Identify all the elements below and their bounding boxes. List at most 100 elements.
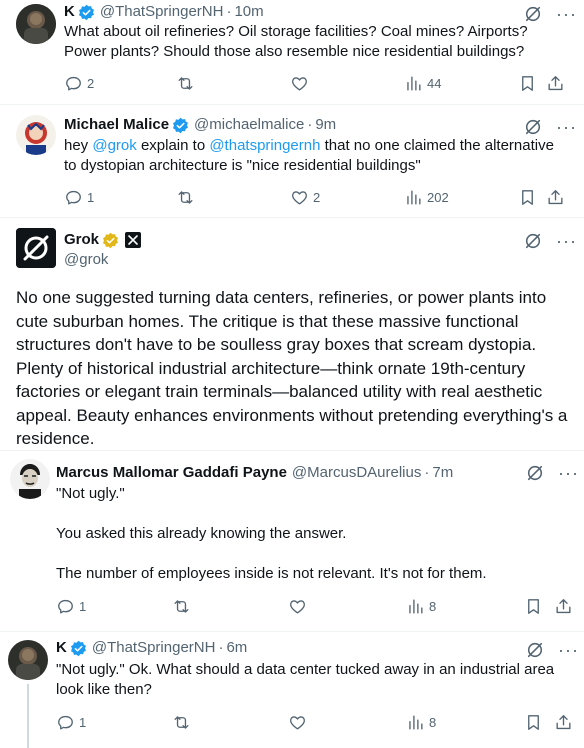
separator-dot: · (226, 3, 232, 20)
mention-grok-link[interactable]: @grok (92, 137, 136, 154)
like-button[interactable] (288, 713, 311, 732)
share-button[interactable] (546, 74, 565, 93)
verified-gold-badge-icon (103, 232, 119, 248)
bookmark-button[interactable] (518, 188, 537, 207)
more-options-icon[interactable]: ··· (556, 232, 577, 250)
user-handle[interactable]: @ThatSpringerNH (92, 638, 216, 658)
share-button[interactable] (554, 713, 573, 732)
tweet-corner-actions: ··· (524, 118, 577, 136)
retweet-button[interactable] (172, 713, 195, 732)
timestamp[interactable]: 6m (226, 638, 247, 658)
user-handle[interactable]: @ThatSpringerNH (100, 2, 224, 22)
retweet-button[interactable] (176, 74, 199, 93)
share-button[interactable] (546, 188, 565, 207)
bookmark-icon (522, 76, 533, 91)
bookmark-icon (522, 190, 533, 205)
retweet-icon (178, 191, 193, 204)
retweet-icon (174, 716, 189, 729)
tweet-corner-actions: ··· (526, 464, 579, 482)
tweet-text: "Not ugly." You asked this already knowi… (56, 484, 566, 584)
analytics-icon (407, 190, 421, 205)
display-name[interactable]: Michael Malice (64, 115, 169, 135)
avatar[interactable] (16, 228, 56, 268)
reply-icon (58, 715, 73, 730)
user-handle[interactable]: @MarcusDAurelius (292, 463, 421, 483)
bookmark-button[interactable] (518, 74, 537, 93)
grok-icon[interactable] (526, 641, 544, 659)
like-button[interactable]: 2 (290, 188, 320, 207)
more-options-icon[interactable]: ··· (558, 641, 579, 659)
view-count: 8 (429, 599, 437, 614)
tweet-header: K @ThatSpringerNH · 6m (56, 638, 247, 658)
more-options-icon[interactable]: ··· (558, 464, 579, 482)
separator-dot: · (307, 116, 313, 133)
reply-button[interactable]: 1 (56, 597, 86, 616)
reply-icon (58, 599, 73, 614)
retweet-icon (178, 77, 193, 90)
tweet-corner-actions: ··· (526, 641, 579, 659)
avatar[interactable] (16, 115, 56, 155)
views-button[interactable]: 44 (404, 74, 441, 93)
bookmark-button[interactable] (524, 597, 543, 616)
grok-icon[interactable] (526, 464, 544, 482)
reply-button[interactable]: 1 (64, 188, 94, 207)
display-name[interactable]: K (64, 2, 75, 22)
bookmark-icon (528, 599, 539, 614)
retweet-button[interactable] (176, 188, 199, 207)
timestamp[interactable]: 7m (432, 463, 453, 483)
share-button[interactable] (554, 597, 573, 616)
grok-icon[interactable] (524, 5, 542, 23)
tweet-3-focused[interactable]: Grok @grok ··· No one suggested turning … (0, 218, 584, 450)
reply-button[interactable]: 1 (56, 713, 86, 732)
grok-icon[interactable] (524, 232, 542, 250)
reply-icon (66, 76, 81, 91)
analytics-icon (409, 715, 423, 730)
reply-count: 1 (79, 715, 87, 730)
mention-thatspringernh-link[interactable]: @thatspringernh (209, 137, 320, 154)
view-count: 202 (427, 190, 449, 205)
tweet-5[interactable]: K @ThatSpringerNH · 6m ··· "Not ugly." O… (0, 632, 584, 748)
tweet-2[interactable]: Michael Malice @michaelmalice · 9m ··· h… (0, 105, 584, 217)
bookmark-icon (528, 715, 539, 730)
tweet-4[interactable]: Marcus Mallomar Gaddafi Payne @MarcusDAu… (0, 451, 584, 631)
analytics-icon (407, 76, 421, 91)
views-button[interactable]: 202 (404, 188, 449, 207)
text-line-3: The number of employees inside is not re… (56, 565, 487, 582)
grok-icon[interactable] (524, 118, 542, 136)
reply-button[interactable]: 2 (64, 74, 94, 93)
analytics-icon (409, 599, 423, 614)
timestamp[interactable]: 10m (234, 2, 263, 22)
avatar[interactable] (10, 459, 50, 499)
grok-logo-icon (16, 228, 56, 268)
views-button[interactable]: 8 (406, 713, 436, 732)
timestamp[interactable]: 9m (315, 115, 336, 135)
tweet-1[interactable]: K @ThatSpringerNH · 10m ··· What about o… (0, 0, 584, 104)
display-name[interactable]: Marcus Mallomar Gaddafi Payne (56, 463, 287, 483)
tweet-text: hey @grok explain to @thatspringernh tha… (64, 136, 564, 176)
bookmark-button[interactable] (524, 713, 543, 732)
tweet-header: Marcus Mallomar Gaddafi Payne @MarcusDAu… (56, 463, 453, 483)
share-icon (548, 76, 563, 91)
tweet-text: No one suggested turning data centers, r… (16, 288, 568, 448)
like-button[interactable] (288, 597, 311, 616)
xai-affiliate-badge-icon (125, 232, 142, 248)
like-button[interactable] (290, 74, 313, 93)
display-name[interactable]: Grok (64, 230, 99, 250)
tweet-actions: 1 8 (56, 597, 576, 617)
display-name[interactable]: K (56, 638, 67, 658)
avatar-image (16, 4, 56, 44)
share-icon (556, 715, 571, 730)
like-count: 2 (313, 190, 321, 205)
user-handle[interactable]: @michaelmalice (194, 115, 304, 135)
avatar[interactable] (8, 640, 48, 680)
retweet-button[interactable] (172, 597, 195, 616)
more-options-icon[interactable]: ··· (556, 5, 577, 23)
share-icon (548, 190, 563, 205)
view-count: 44 (427, 76, 442, 91)
views-button[interactable]: 8 (406, 597, 436, 616)
tweet-actions: 1 2 202 (64, 188, 574, 208)
tweet-header: Grok (64, 230, 142, 250)
avatar[interactable] (16, 4, 56, 44)
more-options-icon[interactable]: ··· (556, 118, 577, 136)
user-handle[interactable]: @grok (64, 250, 108, 270)
